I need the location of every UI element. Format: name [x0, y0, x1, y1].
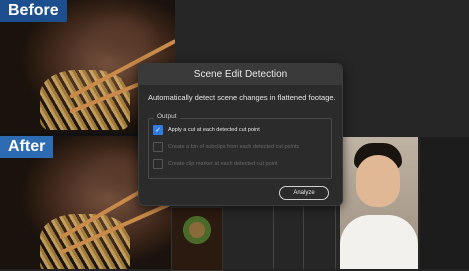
after-label: After: [0, 136, 54, 158]
food-clip-thumbnail[interactable]: [171, 207, 223, 271]
apply-cut-checkbox[interactable]: ✓: [153, 125, 163, 135]
create-subclips-checkbox[interactable]: [153, 142, 163, 152]
create-markers-option[interactable]: Create clip marker at each detected cut …: [153, 158, 277, 170]
person-face: [356, 155, 400, 207]
output-group: Output ✓ Apply a cut at each detected cu…: [148, 113, 332, 179]
dialog-title: Scene Edit Detection: [139, 64, 342, 85]
scene-edit-detection-dialog: Scene Edit Detection Automatically detec…: [138, 63, 343, 206]
dialog-description: Automatically detect scene changes in fl…: [148, 93, 336, 102]
person-shirt: [340, 215, 418, 269]
apply-cut-option[interactable]: ✓ Apply a cut at each detected cut point: [153, 124, 260, 136]
person-clip-thumbnail[interactable]: [340, 137, 418, 269]
analyze-button[interactable]: Analyze: [279, 186, 329, 200]
create-subclips-label: Create a bin of subclips from each detec…: [168, 144, 300, 150]
before-label: Before: [0, 0, 67, 22]
create-markers-label: Create clip marker at each detected cut …: [168, 161, 278, 167]
create-markers-checkbox[interactable]: [153, 159, 163, 169]
noodles: [40, 70, 130, 130]
dark-clip-thumbnail[interactable]: [420, 137, 469, 269]
create-subclips-option[interactable]: Create a bin of subclips from each detec…: [153, 141, 299, 153]
output-legend: Output: [154, 113, 180, 120]
apply-cut-label: Apply a cut at each detected cut point: [168, 127, 260, 133]
